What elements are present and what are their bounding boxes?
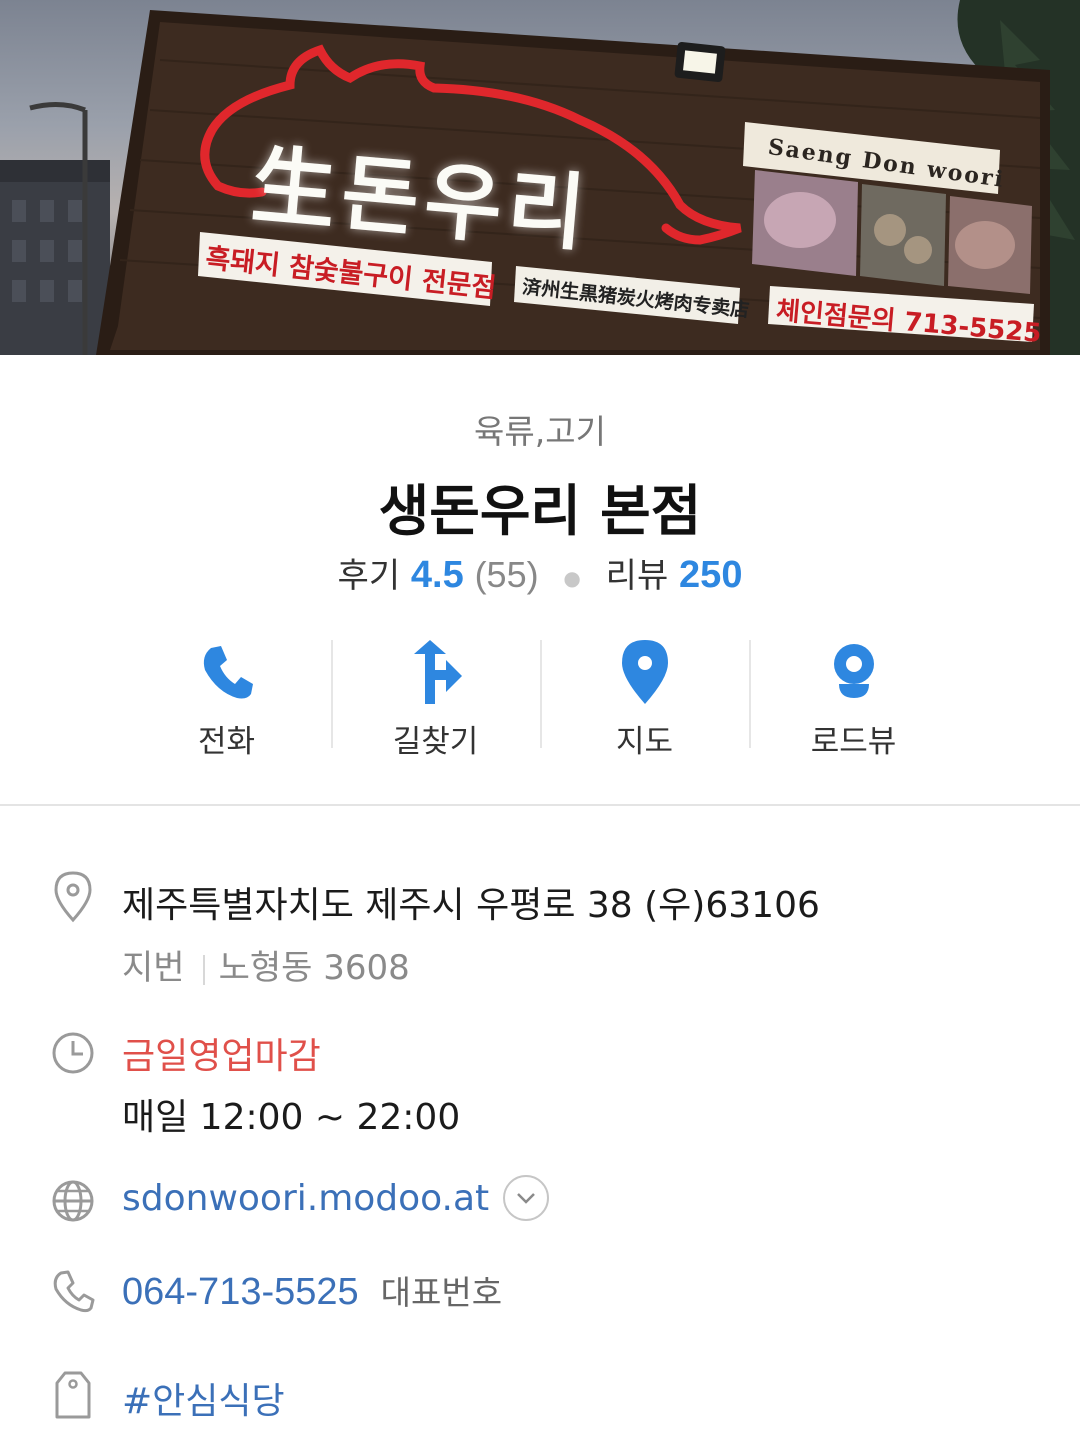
place-category: 육류,고기 xyxy=(474,412,606,451)
phone-number[interactable]: 064-713-5525 xyxy=(122,1271,359,1313)
chevron-down-icon[interactable] xyxy=(503,1175,550,1221)
map-button[interactable]: 지도 xyxy=(540,632,749,760)
review-score[interactable]: 4.5 xyxy=(411,554,464,596)
globe-icon xyxy=(50,1178,96,1224)
map-label: 지도 xyxy=(615,724,674,760)
map-pin-icon xyxy=(540,640,749,704)
review-label: 후기 xyxy=(337,556,401,596)
location-pin-icon xyxy=(50,871,96,923)
website-link[interactable]: sdonwoori.modoo.at xyxy=(122,1178,489,1219)
address-text[interactable]: 제주특별자치도 제주시 우평로 38 (우)63106 xyxy=(122,876,820,928)
review-count[interactable]: (55) xyxy=(475,554,539,595)
business-status: 금일영업마감 xyxy=(122,1036,321,1077)
phone-outline-icon xyxy=(50,1268,96,1314)
call-label: 전화 xyxy=(197,724,256,760)
phone-row: 064-713-5525 대표번호 xyxy=(122,1266,502,1314)
roadview-button[interactable]: 로드뷰 xyxy=(749,632,958,760)
business-hours: 매일 12:00 ~ 22:00 xyxy=(122,1097,461,1138)
phone-type-label: 대표번호 xyxy=(380,1273,503,1312)
clock-icon xyxy=(50,1030,96,1076)
jibun-address: 지번 노형동 3608 xyxy=(122,940,410,989)
blog-review-label: 리뷰 xyxy=(605,556,669,596)
website-row: sdonwoori.modoo.at xyxy=(122,1175,550,1221)
tag-icon xyxy=(50,1371,96,1419)
place-name: 생돈우리 본점 xyxy=(378,479,702,543)
separator-dot: ● xyxy=(563,565,581,590)
action-bar: 전화 길찾기 지도 로드뷰 xyxy=(122,632,958,760)
directions-icon xyxy=(331,640,540,704)
jibun-value: 노형동 3608 xyxy=(218,948,410,988)
roadview-icon xyxy=(749,640,958,704)
hashtag-link[interactable]: #안심식당 xyxy=(122,1372,285,1424)
phone-icon xyxy=(122,640,331,704)
section-divider xyxy=(0,804,1080,806)
directions-label: 길찾기 xyxy=(392,724,479,760)
directions-button[interactable]: 길찾기 xyxy=(331,632,540,760)
blog-review-count[interactable]: 250 xyxy=(679,554,742,596)
hero-photo[interactable]: 生돈우리 Saeng Don woori 흑돼지 참숯불구이 전문점 済州生黒猪… xyxy=(0,0,1080,355)
rating-summary: 후기 4.5 (55) ● 리뷰 250 xyxy=(0,548,1080,597)
call-button[interactable]: 전화 xyxy=(122,632,331,760)
jibun-label: 지번 xyxy=(122,948,185,988)
jibun-divider xyxy=(202,954,205,985)
roadview-label: 로드뷰 xyxy=(810,724,897,760)
